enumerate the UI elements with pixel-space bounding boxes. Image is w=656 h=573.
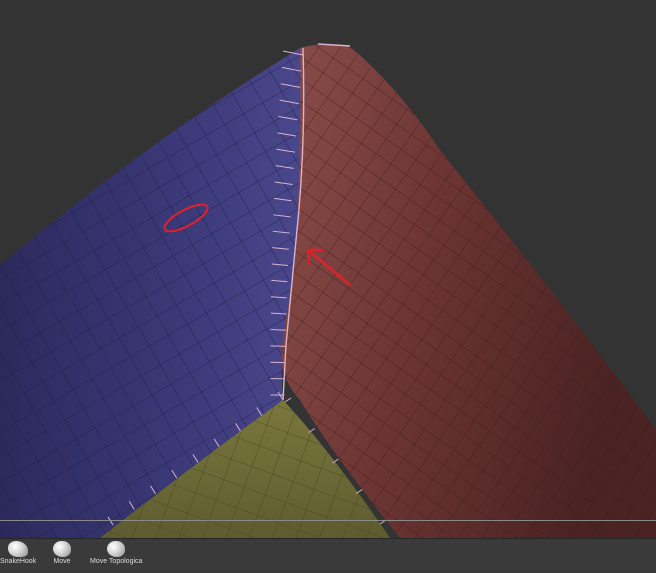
brush-shelf: SnakeHook Move Move Topologica (0, 538, 656, 573)
3d-viewport[interactable] (0, 0, 656, 538)
viewport-guide-line (0, 520, 656, 521)
snakehook-brush-icon (8, 541, 29, 557)
mesh-render (0, 43, 656, 538)
seam-tick (270, 345, 286, 347)
move-topological-brush-icon (107, 541, 126, 557)
brush-label: SnakeHook (0, 558, 37, 565)
brush-label: Move (53, 558, 71, 565)
brush-move-topological[interactable]: Move Topologica (90, 541, 142, 565)
yellow-edge-tick (284, 397, 292, 403)
brush-move[interactable]: Move (53, 541, 71, 565)
brush-snakehook[interactable]: SnakeHook (0, 541, 36, 565)
move-brush-icon (53, 541, 71, 557)
brush-label: Move Topologica (90, 558, 143, 565)
